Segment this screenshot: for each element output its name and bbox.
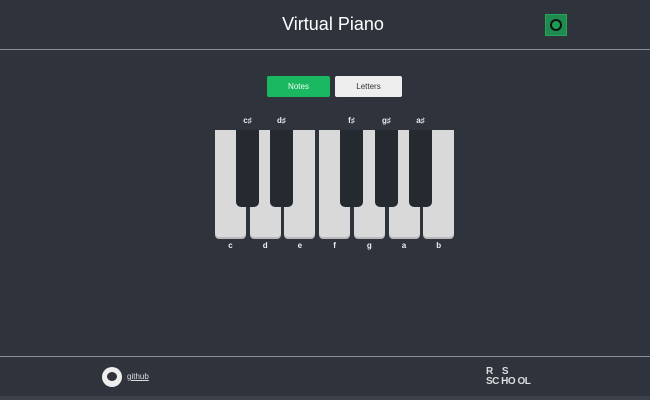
black-key[interactable] [409,130,432,207]
taskbar [0,396,650,400]
white-key-label: g [366,241,372,250]
github-link[interactable]: github [127,372,149,381]
mode-toggle: Notes Letters [267,76,402,97]
white-key-label: e [297,241,303,250]
black-key[interactable] [270,130,293,207]
white-key-label: c [228,241,233,250]
github-icon[interactable] [102,367,122,387]
black-key-label: c♯ [243,116,252,125]
black-key[interactable] [375,130,398,207]
notes-button[interactable]: Notes [267,76,330,97]
white-key-label: b [436,241,442,250]
white-key-label: a [401,241,407,250]
fullscreen-icon[interactable] [545,14,567,36]
white-key-label: f [333,241,336,250]
black-key-label: d♯ [277,116,286,125]
black-key[interactable] [236,130,259,207]
black-key-label: g♯ [382,116,391,125]
footer [0,356,650,396]
header: Virtual Piano [0,0,650,50]
logo-line-2: SC HO OL [486,376,531,387]
black-key-label: f♯ [348,116,355,125]
black-key[interactable] [340,130,363,207]
black-key-label: a♯ [416,116,425,125]
piano [215,130,455,238]
rs-school-logo[interactable]: R S SC HO OL [486,367,531,387]
white-key-label: d [262,241,268,250]
letters-button[interactable]: Letters [335,76,402,97]
